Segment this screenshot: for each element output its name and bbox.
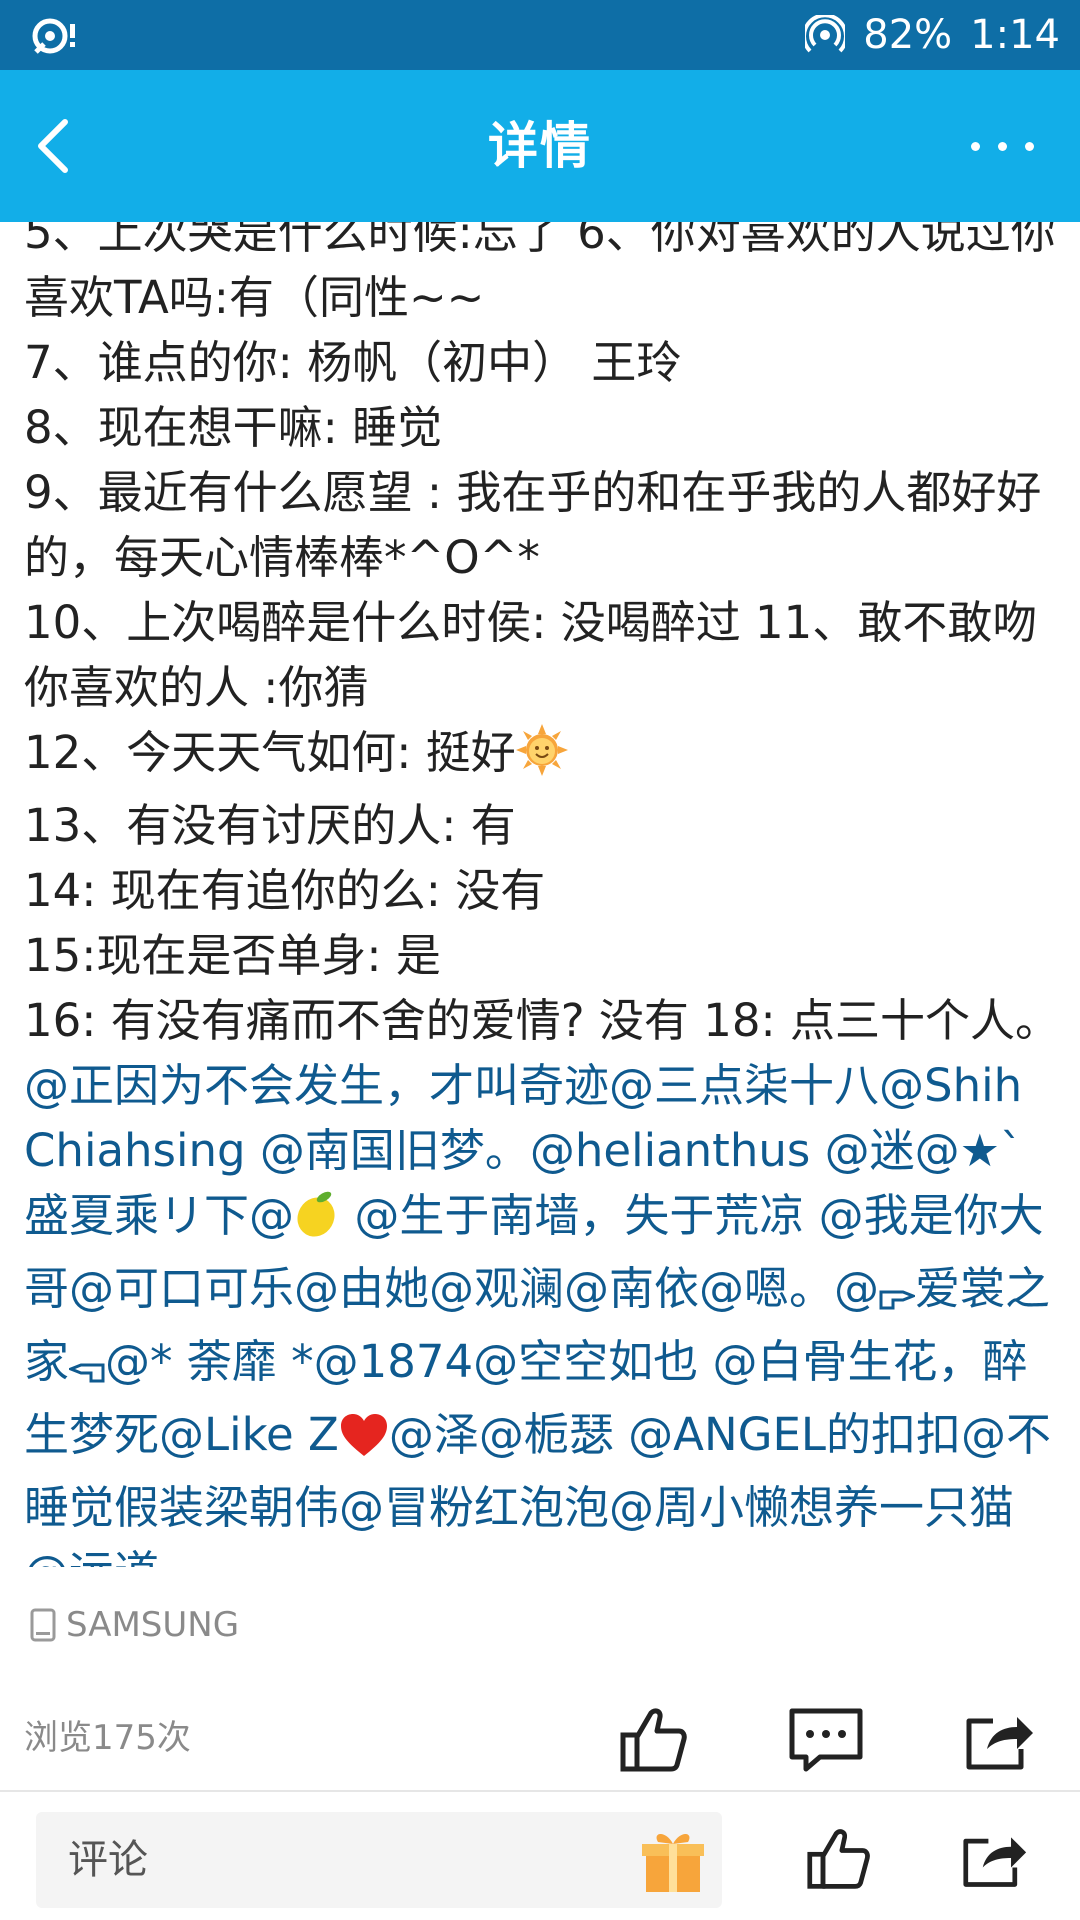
clock: 1:14 — [970, 12, 1060, 58]
action-row: 浏览175次 — [0, 1680, 1080, 1800]
post-body: 5、上次哭是什么时候:忘了 6、你对喜欢的人说过你喜欢TA吗:有（同性~~ 7、… — [24, 222, 1064, 1567]
title-bar: 详情 — [0, 70, 1080, 222]
cloud-sync-icon — [30, 12, 80, 58]
sun-emoji-icon — [515, 724, 568, 793]
like-button[interactable] — [604, 1690, 704, 1790]
post-line: 5、上次哭是什么时候:忘了 6、你对喜欢的人说过你喜欢TA吗:有（同性~~ — [24, 222, 1056, 324]
post-line: 7、谁点的你: 杨帆（初中） 王玲 — [24, 336, 682, 389]
bottom-like-button[interactable] — [794, 1814, 884, 1904]
red-heart-emoji-icon — [339, 1410, 389, 1475]
share-button[interactable] — [950, 1690, 1050, 1790]
share-icon — [966, 1717, 1033, 1770]
share-icon — [963, 1837, 1027, 1887]
gift-icon[interactable] — [638, 1826, 708, 1896]
device-source: SAMSUNG — [30, 1600, 239, 1650]
thumbs-up-icon — [807, 1829, 870, 1889]
post-line: 12、今天天气如何: 挺好 — [24, 720, 1064, 793]
post-line: 15:现在是否单身: 是 — [24, 929, 441, 982]
post-content: 5、上次哭是什么时候:忘了 6、你对喜欢的人说过你喜欢TA吗:有（同性~~ 7、… — [0, 222, 1080, 1567]
comment-placeholder: 评论 — [68, 1837, 148, 1883]
comment-bubble-icon — [789, 1708, 863, 1772]
pointing-right-icon — [879, 1264, 918, 1329]
bottom-share-button[interactable] — [950, 1814, 1040, 1904]
page-title: 详情 — [488, 117, 592, 175]
post-line: 13、有没有讨厌的人: 有 — [24, 799, 516, 852]
more-button[interactable] — [952, 126, 1052, 166]
post-line: 8、现在想干嘛: 睡觉 — [24, 401, 443, 454]
more-dots-icon — [970, 141, 980, 151]
post-line: 14: 现在有追你的么: 没有 — [24, 864, 546, 917]
hotspot-icon — [805, 15, 846, 55]
phone-icon — [30, 1608, 56, 1642]
status-bar: 82% 1:14 — [0, 0, 1080, 70]
comment-input[interactable]: 评论 — [36, 1812, 722, 1908]
bottom-bar: 评论 — [0, 1792, 1080, 1920]
view-count: 浏览175次 — [24, 1718, 191, 1758]
thumbs-up-icon — [620, 1708, 687, 1772]
post-line: 10、上次喝醉是什么时侯: 没喝醉过 11、敢不敢吻你喜欢的人 :你猜 — [24, 596, 1038, 714]
post-line: 9、最近有什么愿望 : 我在乎的和在乎我的人都好好的，每天心情棒棒*^O^* — [24, 466, 1042, 584]
pointing-left-icon — [66, 1337, 105, 1402]
device-label: SAMSUNG — [66, 1605, 240, 1645]
comment-button[interactable] — [776, 1690, 876, 1790]
lemon-emoji-icon — [294, 1189, 340, 1256]
post-line: 16: 有没有痛而不舍的爱情? 没有 18: 点三十个人。@正因为不会发生，才叫… — [24, 988, 1064, 1567]
battery-level: 82% — [863, 12, 953, 58]
